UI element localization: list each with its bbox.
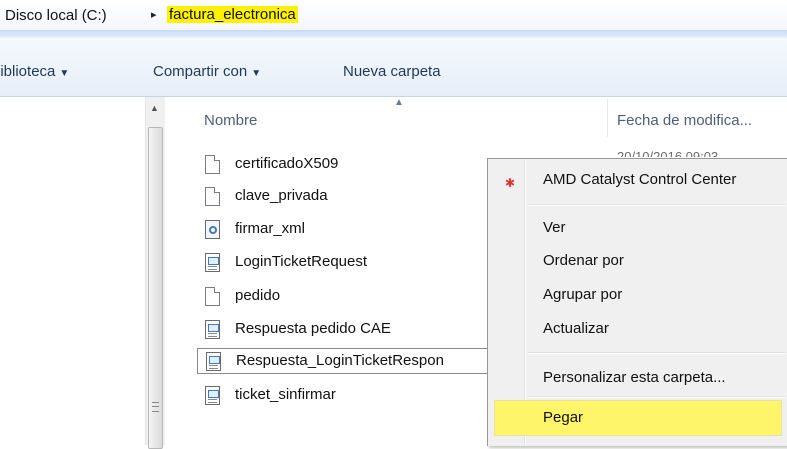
menu-separator: [528, 396, 786, 398]
list-item[interactable]: pedido: [197, 284, 497, 310]
list-item[interactable]: clave_privada: [197, 184, 497, 210]
file-date-partial: 20/10/2016 09:03: [617, 149, 719, 157]
menu-item-customize-folder[interactable]: Personalizar esta carpeta...: [543, 369, 726, 386]
scrollbar-grip-icon: [152, 402, 159, 412]
file-name: firmar_xml: [235, 220, 305, 237]
scroll-up-arrow-icon[interactable]: ▲: [150, 103, 159, 113]
file-name: clave_privada: [235, 187, 328, 204]
list-item[interactable]: certificadoX509: [197, 152, 497, 178]
xml-file-icon: [206, 352, 221, 371]
file-name: pedido: [235, 287, 281, 304]
address-bar[interactable]: Disco local (C:) ▸ factura_electronica: [0, 0, 787, 30]
menu-separator: [528, 204, 786, 206]
list-item[interactable]: ticket_sinfirmar: [197, 383, 497, 409]
context-menu: ✱ AMD Catalyst Control Center Ver Ordena…: [487, 158, 787, 446]
document-icon: [205, 155, 220, 174]
document-icon: [205, 287, 220, 306]
menu-item-group-by[interactable]: Agrupar por: [543, 286, 622, 303]
menu-item-view[interactable]: Ver: [543, 219, 566, 236]
navigation-pane[interactable]: [0, 97, 145, 445]
menu-separator: [528, 352, 786, 354]
list-item[interactable]: Respuesta pedido CAE: [197, 317, 497, 343]
menu-item-sort-by[interactable]: Ordenar por: [543, 252, 624, 269]
column-header-name[interactable]: Nombre: [204, 112, 257, 129]
list-item[interactable]: LoginTicketRequest: [197, 250, 497, 276]
file-name: LoginTicketRequest: [235, 253, 368, 270]
command-toolbar: biblioteca▼ Compartir con▼ Nueva carpeta: [0, 40, 787, 97]
menu-item-refresh[interactable]: Actualizar: [543, 320, 609, 337]
breadcrumb-current-folder[interactable]: factura_electronica: [167, 6, 298, 23]
column-header-date[interactable]: Fecha de modifica...: [617, 112, 752, 129]
chevron-down-icon: ▼: [59, 68, 70, 79]
file-name: certificadoX509: [235, 155, 339, 172]
file-name: ticket_sinfirmar: [235, 386, 336, 403]
new-folder-button[interactable]: Nueva carpeta: [343, 63, 441, 80]
include-library-button[interactable]: biblioteca▼: [0, 63, 69, 80]
column-divider[interactable]: [607, 99, 608, 137]
file-name: Respuesta_LoginTicketRespon: [236, 352, 444, 369]
breadcrumb-arrow-icon[interactable]: ▸: [151, 8, 157, 21]
navigation-scrollbar[interactable]: ▲: [145, 97, 165, 449]
chevron-down-icon: ▼: [251, 68, 262, 79]
config-file-icon: [205, 220, 220, 239]
amd-logo-icon: ✱: [505, 176, 516, 190]
xml-file-icon: [205, 320, 220, 339]
breadcrumb-local-disk[interactable]: Disco local (C:): [5, 7, 107, 24]
xml-file-icon: [205, 386, 220, 405]
list-item-focused[interactable]: Respuesta_LoginTicketRespon: [197, 348, 489, 374]
document-icon: [205, 187, 220, 206]
menu-item-paste[interactable]: Pegar: [543, 409, 583, 426]
xml-file-icon: [205, 253, 220, 272]
address-bar-border: [0, 30, 787, 40]
scrollbar-thumb[interactable]: [148, 127, 163, 449]
share-with-button[interactable]: Compartir con ▼: [153, 63, 261, 80]
menu-item-paste-highlight: [494, 400, 782, 436]
file-name: Respuesta pedido CAE: [235, 320, 391, 337]
sort-ascending-icon: ▲: [394, 97, 404, 108]
list-item[interactable]: firmar_xml: [197, 217, 497, 243]
menu-item-amd-catalyst[interactable]: AMD Catalyst Control Center: [543, 171, 736, 188]
